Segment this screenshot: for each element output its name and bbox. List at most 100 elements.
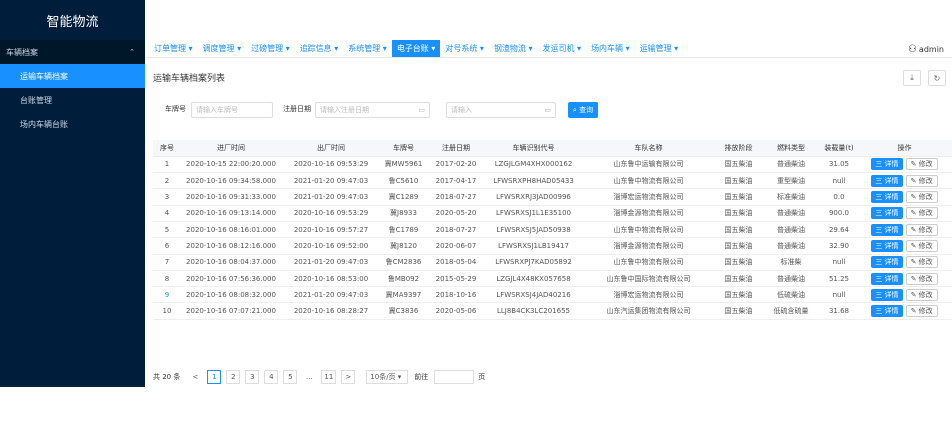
table-cell: LFWSRXPJ7KAD05892 [486,254,581,271]
edit-button[interactable]: ✎ 修改 [905,191,938,204]
sidebar-item-ledger[interactable]: 台账管理 [0,88,145,112]
topnav-drivers[interactable]: 发运司机 ▾ [538,40,587,57]
detail-button[interactable]: 三 详情 [871,191,903,204]
table-cell: LFWSRXRJ3JAD00996 [486,188,581,206]
top-navbar: 订单管理 ▾ 调度管理 ▾ 过磅管理 ▾ 追踪信息 ▾ 系统管理 ▾ 电子台账 … [145,40,952,58]
sidebar-item-transport-vehicles[interactable]: 运输车辆档案 [0,64,145,88]
table-cell: 2020-10-16 09:57:27 [281,221,381,239]
sidebar: 车辆档案 ⌃ 运输车辆档案 台账管理 场内车辆台账 [0,40,145,387]
table-cell: 山东鲁中运输有限公司 [581,156,716,174]
pager-page[interactable]: 2 [226,370,241,384]
edit-button[interactable]: ✎ 修改 [905,272,938,285]
table-cell: null [821,286,857,304]
table-cell: 淄博金源物流有限公司 [581,237,716,255]
table-cell: 2018-07-27 [426,221,486,239]
topnav-onsite[interactable]: 场内车辆 ▾ [586,40,635,57]
table-cell: 2021-01-20 09:47:03 [281,254,381,271]
table-cell: 2018-10-16 [426,286,486,304]
table-cell: 2020-10-16 09:53:29 [281,156,381,174]
detail-button[interactable]: 三 详情 [871,288,903,301]
table-cell: 标准柴 [761,254,821,271]
table-cell: 国五柴油 [716,156,761,174]
table-cell: 6 [153,237,181,255]
table-cell: 山东鲁中物流有限公司 [581,254,716,271]
topnav-system[interactable]: 系统管理 ▾ [343,40,392,57]
detail-button[interactable]: 三 详情 [871,207,903,220]
detail-button[interactable]: 三 详情 [871,272,903,285]
plate-input[interactable]: 请输入车牌号 [191,102,273,118]
date-start-placeholder: 请输入注册日期 [320,106,369,114]
topnav-e-ledger[interactable]: 电子台账 ▾ [391,40,441,57]
table-cell: 2020-10-16 09:34:58.000 [181,172,281,190]
detail-button[interactable]: 三 详情 [871,239,903,252]
user-icon: ⚇ [907,43,917,55]
pager-jump-suffix: 页 [478,373,486,381]
table-cell: 鲁MB092 [381,270,426,288]
table-cell: 国五柴油 [716,270,761,288]
pager-next-button[interactable]: > [341,370,356,384]
edit-button[interactable]: ✎ 修改 [905,158,938,171]
edit-button[interactable]: ✎ 修改 [905,305,938,318]
pager-prev-button[interactable]: < [188,370,203,384]
row-actions: 三 详情 ✎ 修改 [857,254,952,271]
table-cell: 31.05 [821,156,857,174]
detail-button[interactable]: 三 详情 [871,305,903,318]
pager-ellipsis[interactable]: … [302,370,317,384]
chevron-up-icon: ⌃ [129,48,135,56]
edit-button[interactable]: ✎ 修改 [905,207,938,220]
table-header-cell: 出厂时间 [281,140,381,157]
table-cell: 冀MA9397 [381,286,426,304]
date-end-placeholder: 请输入 [451,106,472,114]
sidebar-item-onsite-ledger[interactable]: 场内车辆台账 [0,112,145,136]
edit-button[interactable]: ✎ 修改 [905,256,938,269]
detail-button[interactable]: 三 详情 [871,174,903,187]
pager-page[interactable]: 5 [283,370,298,384]
table-row: 1 2020-10-15 22:00:20.000 2020-10-16 09:53… [153,156,952,174]
date-start-input[interactable]: 请输入注册日期 ▭ [315,102,430,118]
detail-button[interactable]: 三 详情 [871,256,903,269]
topnav-dispatch[interactable]: 调度管理 ▾ [198,40,247,57]
search-button[interactable]: ⌕ 查询 [568,102,598,118]
table-cell: 2018-07-27 [426,188,486,206]
user-menu[interactable]: ⚇ admin [908,40,944,58]
table-cell: 国五柴油 [716,302,761,320]
table-cell: LFWSRXSJ4JAD40216 [486,286,581,304]
table-cell: 普通柴油 [761,205,821,222]
edit-button[interactable]: ✎ 修改 [905,223,938,236]
table-cell: 淄博金源物流有限公司 [581,205,716,222]
pager-jump-label: 前往 [414,373,429,381]
topnav-matching[interactable]: 对号系统 ▾ [440,40,489,57]
table-cell: 山东鲁中物流有限公司 [581,221,716,239]
table-cell: 国五柴油 [716,188,761,206]
app-logo: 智能物流 [0,0,145,40]
pager-page[interactable]: 1 [207,370,222,384]
detail-button[interactable]: 三 详情 [871,223,903,236]
pager-page[interactable]: 4 [264,370,279,384]
table-cell: null [821,254,857,271]
date-end-input[interactable]: 请输入 ▭ [446,102,556,118]
download-button[interactable]: ⤓ [903,70,921,86]
row-actions: 三 详情 ✎ 修改 [857,156,952,174]
page-size-select[interactable]: 10条/页 ▾ [366,370,409,384]
edit-button[interactable]: ✎ 修改 [905,288,938,301]
table-row: 2 2020-10-16 09:34:58.000 2021-01-20 09:47… [153,172,952,190]
pager-page[interactable]: 11 [321,370,337,384]
table-cell: LZGJLGM4XHX000162 [486,156,581,174]
sidebar-group-vehicle-archive[interactable]: 车辆档案 ⌃ [0,40,145,64]
edit-button[interactable]: ✎ 修改 [905,239,938,252]
table-header-cell: 操作 [857,140,952,157]
topnav-tracking[interactable]: 追踪信息 ▾ [295,40,344,57]
vehicle-table: 序号 进厂时间 出厂时间 车牌号 注册日期 车辆识别代号 车队名称 排放阶段 燃料类型 装载量(t… [153,140,952,320]
pager-jump-input[interactable] [434,370,475,384]
topnav-weighing[interactable]: 过磅管理 ▾ [246,40,295,57]
refresh-button[interactable]: ↻ [928,70,946,86]
detail-button[interactable]: 三 详情 [871,158,903,171]
topnav-transport[interactable]: 运输管理 ▾ [635,40,684,57]
table-cell: 2020-10-16 08:16:01.000 [181,221,281,239]
edit-button[interactable]: ✎ 修改 [905,174,938,187]
table-cell: 2020-10-16 09:53:29 [281,205,381,222]
topnav-slag[interactable]: 钢渣物流 ▾ [489,40,538,57]
topnav-orders[interactable]: 订单管理 ▾ [149,40,198,57]
pager-page[interactable]: 3 [245,370,260,384]
table-cell: 冀J8120 [381,237,426,255]
